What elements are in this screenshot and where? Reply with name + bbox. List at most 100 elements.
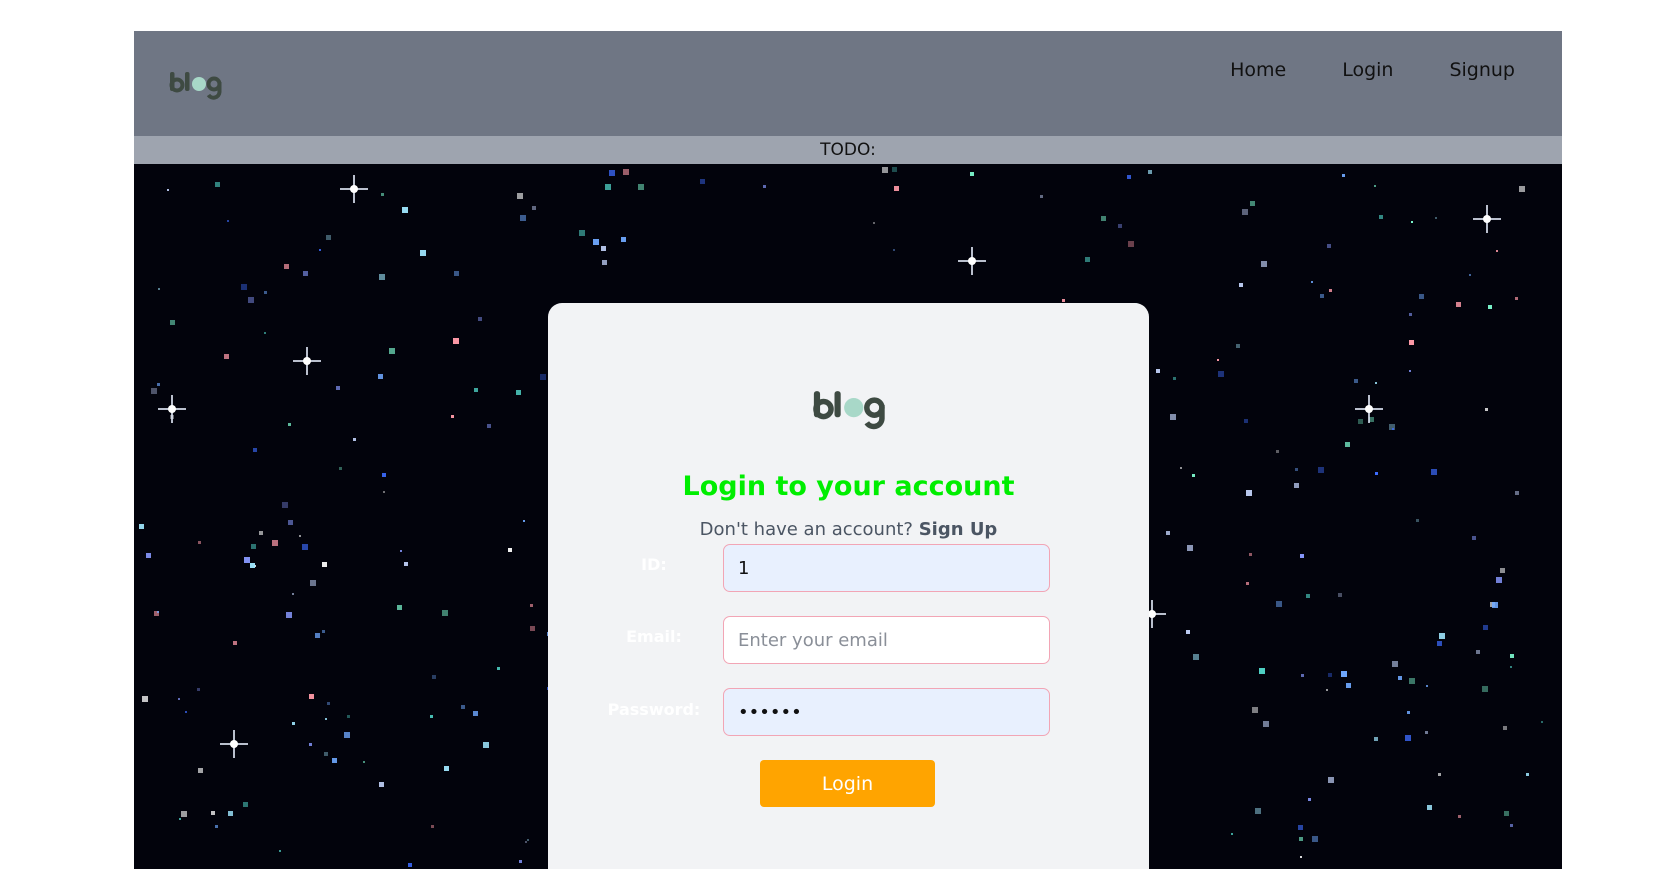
email-input[interactable] xyxy=(723,616,1050,664)
star xyxy=(379,782,384,787)
star xyxy=(1492,602,1498,608)
star xyxy=(347,715,350,718)
star xyxy=(1294,483,1299,488)
star xyxy=(1431,469,1437,475)
star xyxy=(1312,836,1318,842)
star xyxy=(1326,689,1328,691)
star xyxy=(1173,377,1176,380)
star xyxy=(623,169,629,175)
star xyxy=(198,768,203,773)
star xyxy=(1346,683,1351,688)
star xyxy=(363,761,365,763)
id-label: ID: xyxy=(641,555,667,574)
star xyxy=(516,390,521,395)
star xyxy=(243,802,248,807)
star xyxy=(1485,408,1488,411)
star xyxy=(763,185,766,188)
star xyxy=(601,246,606,251)
star xyxy=(1515,491,1519,495)
star xyxy=(299,535,301,537)
star xyxy=(292,722,295,725)
star xyxy=(523,520,525,522)
star xyxy=(353,438,356,441)
star xyxy=(272,540,278,546)
star xyxy=(474,388,478,392)
star xyxy=(1263,721,1269,727)
star xyxy=(1427,805,1432,810)
star xyxy=(1500,568,1505,573)
star xyxy=(1180,467,1182,469)
star xyxy=(894,186,899,191)
star xyxy=(1411,221,1413,223)
star xyxy=(198,541,201,544)
star xyxy=(251,544,256,549)
star xyxy=(1236,344,1240,348)
star xyxy=(1301,674,1304,677)
star xyxy=(1239,283,1243,287)
star xyxy=(1483,625,1488,630)
password-label: Password: xyxy=(607,700,701,719)
star xyxy=(970,172,974,176)
star xyxy=(1496,250,1498,252)
star xyxy=(1472,536,1476,540)
signup-link[interactable]: Sign Up xyxy=(919,519,998,540)
star xyxy=(325,718,327,720)
star xyxy=(1425,731,1428,734)
star xyxy=(602,260,607,265)
star xyxy=(279,850,281,852)
star xyxy=(253,448,257,452)
star xyxy=(621,237,626,242)
star xyxy=(292,593,294,595)
star xyxy=(892,167,897,172)
nav-home-link[interactable]: Home xyxy=(1230,59,1286,81)
star xyxy=(181,811,187,817)
star xyxy=(430,715,433,718)
star xyxy=(1435,217,1437,219)
login-button[interactable]: Login xyxy=(760,760,935,807)
star xyxy=(1438,773,1441,776)
star xyxy=(1476,650,1480,654)
star xyxy=(1488,305,1492,309)
star xyxy=(250,563,255,568)
star xyxy=(241,284,247,290)
star xyxy=(1250,201,1255,206)
star xyxy=(519,860,522,863)
blog-logo[interactable] xyxy=(169,69,225,105)
star xyxy=(1261,261,1267,267)
star xyxy=(1510,666,1512,668)
star xyxy=(1231,833,1233,835)
star xyxy=(1392,428,1394,430)
star xyxy=(1482,686,1488,692)
password-input[interactable] xyxy=(723,688,1050,736)
star xyxy=(179,818,181,820)
star xyxy=(381,193,384,196)
star xyxy=(309,743,312,746)
star xyxy=(303,271,308,276)
star xyxy=(1148,170,1152,174)
star xyxy=(1300,856,1302,858)
star xyxy=(310,580,316,586)
star xyxy=(432,675,436,679)
star xyxy=(1249,553,1252,556)
star xyxy=(638,184,644,190)
star xyxy=(517,193,523,199)
star xyxy=(442,610,448,616)
star xyxy=(264,291,267,294)
star xyxy=(1318,467,1324,473)
star xyxy=(530,626,535,631)
star xyxy=(284,264,289,269)
nav-login-link[interactable]: Login xyxy=(1342,59,1393,81)
sparkle-star xyxy=(1355,395,1383,423)
star xyxy=(431,825,434,828)
id-input[interactable] xyxy=(723,544,1050,592)
star xyxy=(197,688,200,691)
star xyxy=(1308,798,1311,801)
nav-signup-link[interactable]: Signup xyxy=(1449,59,1515,81)
star xyxy=(382,473,386,477)
star xyxy=(451,415,454,418)
sparkle-star xyxy=(958,247,986,275)
star xyxy=(1456,302,1461,307)
star xyxy=(1187,545,1193,551)
sparkle-star xyxy=(340,175,368,203)
star xyxy=(1118,224,1122,228)
